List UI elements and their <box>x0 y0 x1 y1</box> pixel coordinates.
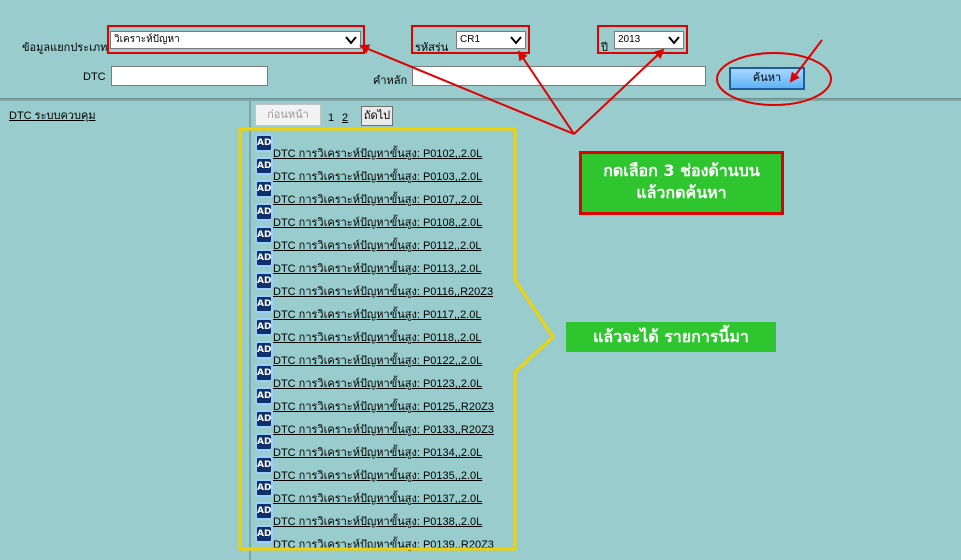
annotation-instruction-box: กดเลือก 3 ช่องด้านบน แล้วกดค้นหา <box>579 151 784 215</box>
annotation-result-note: แล้วจะได้ รายการนี้มา <box>566 322 776 352</box>
annotation-instruction-line2: แล้วกดค้นหา <box>636 183 727 202</box>
annotation-instruction-line1: กดเลือก 3 ช่องด้านบน <box>603 161 760 180</box>
annotation-arrow-year <box>573 48 665 135</box>
annotation-bracket-results <box>238 127 555 551</box>
annotation-overlay <box>238 39 832 551</box>
annotation-arrow-category <box>359 44 575 135</box>
annotation-arrow-search <box>789 39 823 83</box>
annotation-circle-search <box>716 52 832 106</box>
